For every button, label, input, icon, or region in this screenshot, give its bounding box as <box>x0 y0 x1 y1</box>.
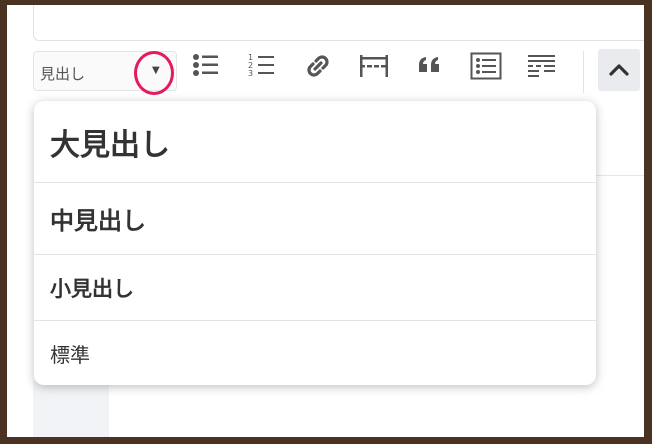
link-button[interactable] <box>300 49 336 83</box>
more-button[interactable] <box>524 49 560 83</box>
box-button[interactable] <box>468 49 504 83</box>
link-icon <box>307 55 329 77</box>
bullet-list-button[interactable] <box>188 49 224 83</box>
editor-window: 見出し ▼ 1 2 3 大見出し 中見出し 小見出し 標準 <box>7 5 644 437</box>
option-heading-large[interactable]: 大見出し <box>34 101 596 183</box>
chevron-up-icon <box>609 64 629 76</box>
option-heading-medium[interactable]: 中見出し <box>34 183 596 255</box>
numbered-list-icon: 1 2 3 <box>248 53 274 78</box>
toolbar-separator <box>583 51 584 93</box>
horizontal-rule-button[interactable] <box>356 49 392 83</box>
title-field[interactable] <box>33 5 644 41</box>
quote-icon <box>419 57 439 72</box>
collapse-toolbar-button[interactable] <box>598 49 640 91</box>
option-normal[interactable]: 標準 <box>34 321 596 385</box>
heading-dropdown-menu: 大見出し 中見出し 小見出し 標準 <box>34 101 596 385</box>
option-label: 大見出し <box>50 127 170 163</box>
option-label: 中見出し <box>50 207 146 235</box>
svg-text:3: 3 <box>248 69 253 78</box>
highlight-circle <box>134 51 174 95</box>
bullet-list-icon <box>193 54 218 76</box>
option-heading-small[interactable]: 小見出し <box>34 255 596 321</box>
option-label: 小見出し <box>50 276 134 301</box>
list-box-icon <box>470 52 502 80</box>
numbered-list-button[interactable]: 1 2 3 <box>244 49 280 83</box>
horizontal-rule-icon <box>360 55 388 77</box>
side-panel <box>33 381 109 437</box>
read-more-icon <box>528 55 555 77</box>
option-label: 標準 <box>50 342 90 367</box>
heading-select-value: 見出し <box>40 65 86 83</box>
blockquote-button[interactable] <box>412 49 448 83</box>
